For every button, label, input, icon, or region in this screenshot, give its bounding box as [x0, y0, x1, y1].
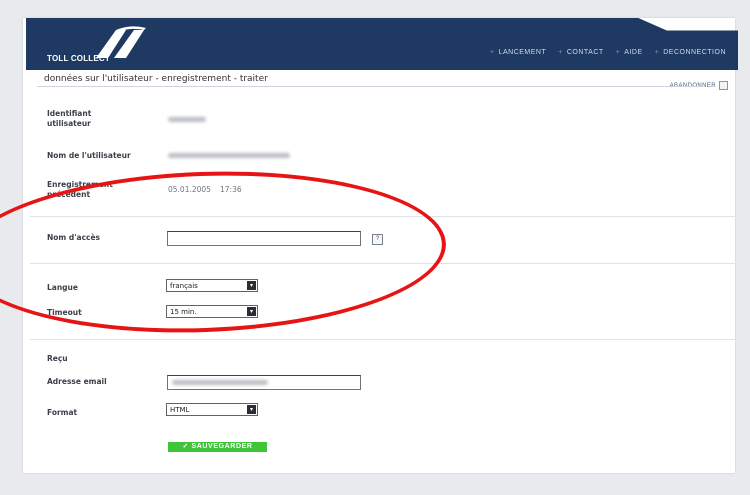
nom-utilisateur-label: Nom de l'utilisateur [47, 151, 131, 160]
enregistrement-date: 05.01.2005 [168, 185, 211, 194]
nav-lancement[interactable]: + LANCEMENT [490, 49, 546, 56]
langue-select[interactable]: français ▾ [166, 279, 258, 292]
section-divider [30, 339, 736, 340]
enregistrement-label: Enregistrement précédent [47, 180, 113, 199]
section-divider [30, 216, 736, 217]
recu-label: Reçu [47, 354, 68, 363]
brand-name[interactable]: TOLL COLLECT [47, 54, 110, 63]
dropdown-arrow-icon[interactable]: ▾ [247, 307, 256, 316]
identifiant-value-redacted [168, 117, 206, 122]
breadcrumb-divider [37, 86, 701, 87]
save-button[interactable]: ✓ SAUVEGARDER [168, 442, 267, 452]
email-value-redacted [172, 380, 268, 385]
format-label: Format [47, 408, 78, 417]
nom-acces-label: Nom d'accès [47, 233, 101, 242]
nav-deconnection[interactable]: + DECONNECTION [655, 49, 726, 56]
email-label: Adresse email [47, 377, 107, 386]
nom-utilisateur-value-redacted [168, 153, 290, 158]
cancel-icon[interactable] [719, 81, 728, 90]
section-divider [30, 263, 736, 264]
help-icon[interactable]: ? [372, 234, 383, 245]
dropdown-arrow-icon[interactable]: ▾ [247, 405, 256, 414]
format-select[interactable]: HTML ▾ [166, 403, 258, 416]
breadcrumb: données sur l'utilisateur - enregistreme… [44, 74, 268, 84]
dropdown-arrow-icon[interactable]: ▾ [247, 281, 256, 290]
nav-contact[interactable]: + CONTACT [558, 49, 603, 56]
identifiant-label: Identifiant utilisateur [47, 109, 92, 128]
nom-acces-input[interactable] [167, 231, 361, 246]
timeout-label: Timeout [47, 308, 82, 317]
timeout-select[interactable]: 15 min. ▾ [166, 305, 258, 318]
nav-aide[interactable]: + AIDE [616, 49, 643, 56]
enregistrement-time: 17:36 [220, 185, 242, 194]
toll-collect-logo-icon [96, 26, 146, 58]
top-nav: + LANCEMENT + CONTACT + AIDE + DECONNECTION [490, 49, 726, 56]
langue-label: Langue [47, 283, 78, 292]
